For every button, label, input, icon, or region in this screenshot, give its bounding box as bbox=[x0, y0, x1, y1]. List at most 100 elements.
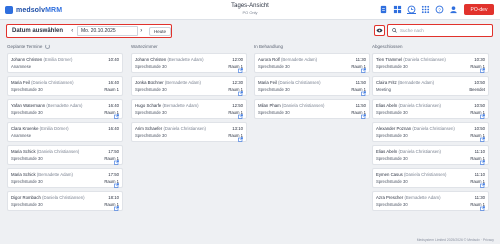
column-title: In Behandlung bbox=[254, 43, 284, 49]
document-icon[interactable] bbox=[379, 5, 388, 14]
patient-name-line: Maria Feil (Daniela Christiansen) bbox=[11, 80, 74, 85]
open-external-icon[interactable] bbox=[238, 114, 243, 119]
appointment-card[interactable]: Azra Prescher (Bernadette Adam) Sprechstu… bbox=[372, 191, 489, 211]
open-external-icon[interactable] bbox=[361, 114, 366, 119]
appointment-type: Sprechstunde 30 bbox=[135, 87, 167, 92]
practitioner-name: (Bernadette Adam) bbox=[164, 80, 201, 85]
patient-name: Milan Pham bbox=[258, 103, 281, 108]
practitioner-name: (Daniela Christiansen) bbox=[42, 195, 85, 200]
search-bar bbox=[387, 24, 493, 37]
practitioner-name: (Bernadette Adam) bbox=[167, 57, 204, 62]
appointment-type: Sprechstunde 30 bbox=[11, 110, 43, 115]
appointment-card[interactable]: Milan Pham (Daniela Christiansen) Sprechs… bbox=[254, 99, 370, 119]
appointment-time: 12:00 bbox=[232, 57, 243, 62]
open-external-icon[interactable] bbox=[114, 114, 119, 119]
appointment-type: Sprechstunde 30 bbox=[376, 110, 408, 115]
patient-name: Arim Schaefer bbox=[135, 126, 163, 131]
appointment-card[interactable]: Johann Christen (Emilia Dörner) Anamnese 1… bbox=[7, 53, 123, 73]
appointment-type: Meeting bbox=[376, 87, 391, 92]
appointment-card[interactable]: Maria Feil (Daniela Christiansen) Sprechs… bbox=[254, 76, 370, 96]
appointment-type: Sprechstunde 30 bbox=[376, 156, 408, 161]
appointment-card[interactable]: Digor Rombach (Daniela Christiansen) Spre… bbox=[7, 191, 123, 211]
date-selector-label: Datum auswählen bbox=[12, 28, 64, 34]
patient-name: Tien Trammel bbox=[376, 57, 403, 62]
appointment-card[interactable]: Eymen Casus (Daniela Christiansen) Sprech… bbox=[372, 168, 489, 188]
patient-name: Maria Feil bbox=[258, 80, 277, 85]
patient-name: Maria Feil bbox=[11, 80, 30, 85]
appointment-card[interactable]: Johann Christen (Bernadette Adam) Sprechs… bbox=[131, 53, 247, 73]
user-icon[interactable] bbox=[449, 5, 458, 14]
column-title: Geplante Termine bbox=[7, 43, 43, 49]
room-label: Beendet bbox=[469, 87, 485, 92]
open-external-icon[interactable] bbox=[238, 91, 243, 96]
appointment-time: 17:50 bbox=[108, 149, 119, 154]
appointment-card[interactable]: Claira Fritz (Bernadette Adam) Meeting 10:… bbox=[372, 76, 489, 96]
practitioner-name: (Daniela Christiansen) bbox=[31, 80, 74, 85]
appointment-card[interactable]: Maria Schick (Bernadette Adam) Sprechstun… bbox=[7, 168, 123, 188]
open-external-icon[interactable] bbox=[238, 137, 243, 142]
top-nav-icons: ? bbox=[379, 5, 458, 14]
today-button[interactable]: Heute bbox=[149, 26, 172, 36]
appointment-type: Sprechstunde 30 bbox=[258, 110, 290, 115]
practitioner-name: (Daniela Christiansen) bbox=[403, 172, 447, 177]
appointment-card[interactable]: Elias Abeln (Daniela Christiansen) Sprech… bbox=[372, 145, 489, 165]
visibility-toggle-button[interactable] bbox=[374, 25, 385, 36]
calendar-grid-icon[interactable] bbox=[393, 5, 402, 14]
column-title: Wartezimmer bbox=[131, 43, 158, 49]
practitioner-name: (Emilia Dörner) bbox=[43, 57, 73, 62]
open-external-icon[interactable] bbox=[238, 68, 243, 73]
open-external-icon[interactable] bbox=[480, 160, 485, 165]
open-external-icon[interactable] bbox=[114, 183, 119, 188]
appointment-card[interactable]: Aurora Rolf (Bernadette Adam) Sprechstund… bbox=[254, 53, 370, 73]
patient-name-line: Maria Feil (Daniela Christiansen) bbox=[258, 80, 321, 85]
open-external-icon[interactable] bbox=[480, 137, 485, 142]
appointment-type: Anamnese bbox=[11, 64, 32, 69]
appointment-card[interactable]: Elias Abeln (Daniela Christiansen) Sprech… bbox=[372, 99, 489, 119]
patient-name-line: Eymen Casus (Daniela Christiansen) bbox=[376, 172, 446, 177]
appointment-type: Sprechstunde 30 bbox=[11, 156, 43, 161]
environment-badge[interactable]: PO-dev bbox=[464, 4, 494, 15]
apps-grid-icon[interactable] bbox=[421, 5, 430, 14]
open-external-icon[interactable] bbox=[361, 91, 366, 96]
appointment-card[interactable]: Maria Feil (Daniela Christiansen) Sprechs… bbox=[7, 76, 123, 96]
appointment-time: 10:50 bbox=[474, 80, 485, 85]
appointment-card[interactable]: Arim Schaefer (Daniela Christiansen) Spre… bbox=[131, 122, 247, 142]
appointment-card[interactable]: Tien Trammel (Daniela Christiansen) Sprec… bbox=[372, 53, 489, 73]
appointment-card[interactable]: Yafan Watermann (Bernadette Adam) Sprechs… bbox=[7, 99, 123, 119]
appointment-time: 10:30 bbox=[474, 57, 485, 62]
appointment-card[interactable]: Maria Schick (Daniela Christiansen) Sprec… bbox=[7, 145, 123, 165]
help-icon[interactable]: ? bbox=[435, 5, 444, 14]
open-external-icon[interactable] bbox=[480, 206, 485, 211]
search-input[interactable] bbox=[400, 28, 490, 33]
appointment-time: 11:30 bbox=[355, 57, 366, 62]
date-input[interactable]: Mo. 20.10.2025 bbox=[76, 26, 139, 36]
open-external-icon[interactable] bbox=[480, 68, 485, 73]
open-external-icon[interactable] bbox=[114, 206, 119, 211]
practitioner-name: (Daniela Christiansen) bbox=[36, 149, 80, 154]
chevron-right-icon[interactable]: › bbox=[138, 28, 144, 34]
appointment-type: Sprechstunde 30 bbox=[135, 64, 167, 69]
appointment-card[interactable]: Clara Kroenke (Emilia Dörner) Anamnese 16:… bbox=[7, 122, 123, 142]
patient-name-line: Aurora Rolf (Bernadette Adam) bbox=[258, 57, 317, 62]
patient-name-line: Hugo Scharfe (Bernadette Adam) bbox=[135, 103, 199, 108]
column-planned: Geplante Termine Johann Christen (Emilia… bbox=[7, 42, 123, 211]
refresh-icon[interactable] bbox=[45, 43, 51, 49]
open-external-icon[interactable] bbox=[114, 160, 119, 165]
appointment-card[interactable]: Jonka Büchner (Bernadette Adam) Sprechstu… bbox=[131, 76, 247, 96]
clock-icon[interactable] bbox=[407, 5, 416, 14]
appointment-card[interactable]: Alexander Poznan (Daniela Christiansen) S… bbox=[372, 122, 489, 142]
practitioner-name: (Daniela Christiansen) bbox=[163, 126, 206, 131]
patient-name-line: Arim Schaefer (Daniela Christiansen) bbox=[135, 126, 206, 131]
open-external-icon[interactable] bbox=[480, 114, 485, 119]
open-external-icon[interactable] bbox=[361, 68, 366, 73]
patient-name: Yafan Watermann bbox=[11, 103, 46, 108]
practitioner-name: (Emilia Dörner) bbox=[39, 126, 69, 131]
appointment-type: Sprechstunde 30 bbox=[11, 202, 43, 207]
chevron-left-icon[interactable]: ‹ bbox=[69, 28, 75, 34]
appointment-type: Sprechstunde 30 bbox=[376, 133, 408, 138]
practitioner-name: (Daniela Christiansen) bbox=[398, 149, 441, 154]
patient-name: Maria Schick bbox=[11, 149, 36, 154]
appointment-card[interactable]: Hugo Scharfe (Bernadette Adam) Sprechstun… bbox=[131, 99, 247, 119]
open-external-icon[interactable] bbox=[480, 183, 485, 188]
patient-name-line: Elias Abeln (Daniela Christiansen) bbox=[376, 103, 441, 108]
